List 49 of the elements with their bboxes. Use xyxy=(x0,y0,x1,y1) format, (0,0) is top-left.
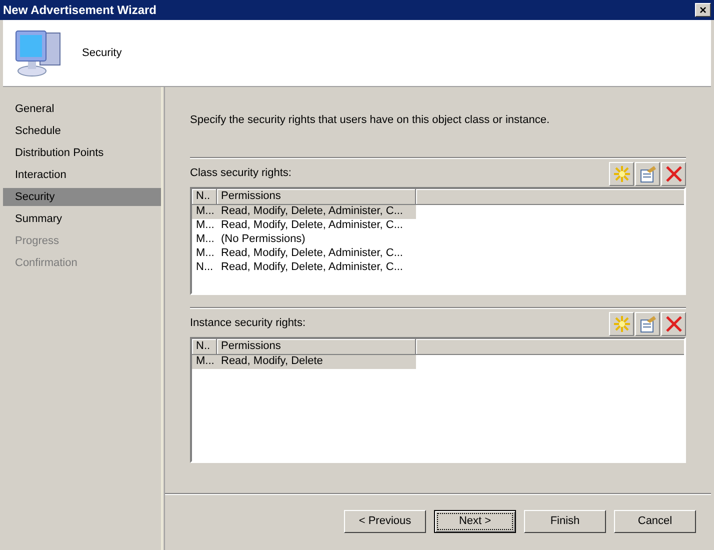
properties-button[interactable] xyxy=(635,162,660,186)
column-header[interactable]: Permissions xyxy=(217,338,416,354)
sidebar-item[interactable]: Interaction xyxy=(3,166,161,184)
wizard-button[interactable]: Finish xyxy=(524,510,606,532)
window-title: New Advertisement Wizard xyxy=(3,2,156,19)
table-cell-text: M... xyxy=(195,232,216,248)
page-heading: Security xyxy=(82,46,122,61)
close-button[interactable]: × xyxy=(695,3,711,17)
new-icon xyxy=(612,314,632,334)
new-button[interactable] xyxy=(609,312,634,336)
sidebar-item[interactable]: Distribution Points xyxy=(3,144,161,162)
wizard-button[interactable]: < Previous xyxy=(344,510,426,532)
table-cell-text: N... xyxy=(195,260,214,276)
section-label: Class security rights: xyxy=(190,166,292,182)
instructions-text: Specify the security rights that users have on this object class or instance. xyxy=(190,113,551,128)
permission-row[interactable]: M... Read, Modify, Delete, Administer, C... xyxy=(192,204,416,218)
section-label: Instance security rights: xyxy=(190,316,306,332)
sidebar-item[interactable]: Summary xyxy=(3,210,161,228)
table-cell-text: M... xyxy=(195,218,216,234)
properties-icon xyxy=(638,314,658,334)
table-cell-text: M... xyxy=(195,246,216,262)
new-icon xyxy=(612,164,632,184)
column-header[interactable]: Permissions xyxy=(217,188,416,204)
sidebar-item[interactable]: Security xyxy=(3,188,161,206)
properties-icon xyxy=(638,164,658,184)
table-cell-text: Read, Modify, Delete, Administer, C... xyxy=(220,260,404,276)
wizard-button[interactable]: Cancel xyxy=(614,510,696,532)
sidebar-item[interactable]: General xyxy=(3,100,161,118)
column-header[interactable]: N.. xyxy=(192,338,217,354)
new-button[interactable] xyxy=(609,162,634,186)
table-cell-text: Read, Modify, Delete, Administer, C... xyxy=(220,204,404,220)
table-cell-text: M... xyxy=(195,204,216,220)
permission-row[interactable]: M... Read, Modify, Delete, Administer, C... xyxy=(192,218,416,232)
sidebar-item[interactable]: Schedule xyxy=(3,122,161,140)
delete-icon xyxy=(664,314,684,334)
table-cell-text: Read, Modify, Delete, Administer, C... xyxy=(220,218,404,234)
table-cell-text: M... xyxy=(195,354,216,370)
column-header[interactable]: N.. xyxy=(192,188,217,204)
permissions-list[interactable]: N.. Permissions M... Read, Modify, Delete xyxy=(190,336,686,462)
table-cell-text: Read, Modify, Delete, Administer, C... xyxy=(220,246,404,262)
properties-button[interactable] xyxy=(635,312,660,336)
wizard-button[interactable]: Next > xyxy=(434,510,516,532)
permission-row[interactable]: M... Read, Modify, Delete xyxy=(192,354,416,368)
delete-button[interactable] xyxy=(661,162,686,186)
table-cell-text: Read, Modify, Delete xyxy=(220,354,324,370)
table-cell-text: (No Permissions) xyxy=(220,232,306,248)
delete-icon xyxy=(664,164,684,184)
permissions-list[interactable] xyxy=(190,186,686,294)
delete-button[interactable] xyxy=(661,312,686,336)
